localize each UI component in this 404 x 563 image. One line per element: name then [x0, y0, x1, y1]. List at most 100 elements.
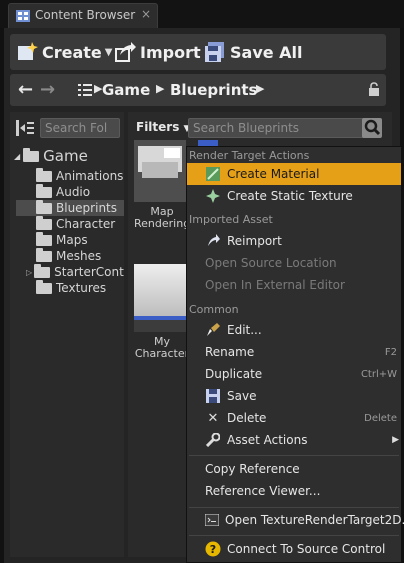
- menu-item-label: Copy Reference: [205, 462, 300, 476]
- menu-item-edit[interactable]: Edit...: [187, 319, 401, 341]
- search-icon: [364, 119, 381, 136]
- filters-button[interactable]: Filters ▼: [132, 116, 194, 138]
- folder-tree-panel: Search Fol ◢ Game Animations Audio Bluep…: [10, 112, 124, 557]
- menu-divider: [189, 507, 399, 508]
- menu-item-open-texture-header[interactable]: Open TextureRenderTarget2D.h: [187, 509, 404, 531]
- tree-item-maps[interactable]: Maps: [36, 231, 88, 248]
- menu-item-open-source-location: Open Source Location: [187, 252, 401, 274]
- collapsed-arrow-icon: ▷: [26, 267, 33, 277]
- filters-label: Filters: [136, 120, 180, 134]
- menu-item-reimport[interactable]: Reimport: [187, 230, 401, 252]
- shortcut-label: Ctrl+W: [360, 368, 397, 380]
- path-bar: ← → ▶ Game ▶ Blueprints ▶: [10, 74, 386, 106]
- menu-item-label: Connect To Source Control: [227, 542, 386, 556]
- tree-root-label: Game: [43, 147, 88, 165]
- tree-item-textures[interactable]: Textures: [36, 279, 107, 296]
- shortcut-label: F2: [384, 346, 397, 358]
- tab-bar: Content Browser ×: [0, 0, 404, 28]
- forward-arrow-icon[interactable]: →: [40, 79, 55, 100]
- search-button[interactable]: [362, 118, 382, 138]
- menu-item-connect-source-control[interactable]: ? Connect To Source Control: [187, 538, 401, 560]
- tree-item-character[interactable]: Character: [36, 215, 115, 232]
- save-all-icon: [205, 42, 224, 62]
- static-texture-icon: [205, 188, 221, 204]
- tree-item-startercontent[interactable]: ▷ StarterCont: [26, 263, 124, 280]
- tree-item-meshes[interactable]: Meshes: [36, 247, 101, 264]
- section-header: Render Target Actions: [189, 149, 310, 162]
- folder-icon: [36, 247, 52, 262]
- asset-search-input[interactable]: Search Blueprints: [188, 118, 368, 138]
- tree-root-game[interactable]: ◢ Game: [14, 146, 88, 166]
- import-icon: [115, 42, 136, 62]
- tree-item-label: Textures: [56, 281, 107, 295]
- toolbar: Create ▼ Import Save All: [10, 34, 386, 70]
- menu-item-copy-reference[interactable]: Copy Reference: [187, 458, 401, 480]
- breadcrumb-blueprints[interactable]: Blueprints: [170, 81, 257, 99]
- menu-item-label: Save: [227, 389, 257, 403]
- menu-item-save[interactable]: Save: [187, 385, 401, 407]
- asset-label: Map Rendering: [134, 205, 191, 230]
- folder-open-icon: [23, 147, 40, 162]
- menu-divider: [189, 535, 399, 536]
- wrench-icon: [205, 432, 221, 448]
- collapse-sources-icon[interactable]: [16, 120, 34, 136]
- folder-icon: [36, 183, 52, 198]
- tab-label: Content Browser: [35, 8, 136, 22]
- menu-item-label: Delete: [227, 411, 267, 425]
- import-button[interactable]: Import: [114, 38, 201, 66]
- menu-item-label: Open Source Location: [205, 256, 337, 270]
- menu-item-create-static-texture[interactable]: Create Static Texture: [187, 185, 401, 207]
- content-browser-icon: [16, 10, 30, 22]
- menu-item-label: Duplicate: [205, 367, 263, 381]
- list-icon[interactable]: [78, 84, 92, 96]
- tree-item-audio[interactable]: Audio: [36, 183, 91, 200]
- breadcrumb-game[interactable]: Game: [102, 81, 150, 99]
- edit-icon: [205, 322, 221, 338]
- menu-item-delete[interactable]: ✕ Delete Delete: [187, 407, 401, 429]
- delete-icon: ✕: [207, 410, 219, 426]
- tree-item-animations[interactable]: Animations: [36, 167, 124, 184]
- menu-item-label: Edit...: [227, 323, 262, 337]
- tab-content-browser[interactable]: Content Browser ×: [8, 3, 158, 28]
- folder-icon: [36, 231, 52, 246]
- context-menu: Render Target Actions Create Material Cr…: [186, 146, 404, 563]
- asset-tile-map-rendering[interactable]: Map Rendering: [134, 140, 190, 230]
- menu-item-label: Reference Viewer...: [205, 484, 321, 498]
- menu-item-duplicate[interactable]: Duplicate Ctrl+W: [187, 363, 401, 385]
- shortcut-label: Delete: [364, 412, 397, 424]
- section-header: Imported Asset: [189, 213, 273, 226]
- close-icon[interactable]: ×: [141, 7, 151, 21]
- menu-item-label: Asset Actions: [227, 433, 308, 447]
- menu-item-create-material[interactable]: Create Material: [187, 163, 401, 185]
- section-header: Common: [189, 303, 239, 316]
- menu-item-rename[interactable]: Rename F2: [187, 341, 401, 363]
- import-label: Import: [140, 42, 201, 62]
- menu-item-reference-viewer[interactable]: Reference Viewer...: [187, 480, 401, 502]
- asset-thumbnail: [134, 264, 186, 332]
- menu-item-label: Open TextureRenderTarget2D.h: [225, 513, 404, 527]
- asset-thumbnail: [134, 140, 186, 202]
- tree-item-label: Maps: [56, 233, 88, 247]
- asset-tile-my-character[interactable]: My Character: [134, 264, 190, 360]
- breadcrumb-separator-icon: ▶: [156, 82, 165, 95]
- save-all-button[interactable]: Save All: [204, 38, 303, 66]
- tree-item-label: Animations: [56, 169, 124, 183]
- folder-icon: [36, 279, 52, 294]
- tree-item-label: StarterCont: [54, 265, 124, 279]
- breadcrumb-separator-icon: ▶: [256, 82, 265, 95]
- menu-item-asset-actions[interactable]: Asset Actions ▶: [187, 429, 401, 451]
- lock-icon[interactable]: [368, 82, 380, 96]
- back-arrow-icon[interactable]: ←: [18, 79, 33, 100]
- folder-search-input[interactable]: Search Fol: [40, 118, 120, 138]
- submenu-arrow-icon: ▶: [392, 435, 399, 445]
- tree-item-label: Audio: [56, 185, 91, 199]
- chevron-down-icon: ▼: [104, 46, 113, 58]
- menu-item-label: Create Material: [227, 167, 320, 181]
- menu-item-open-external-editor: Open In External Editor: [187, 274, 401, 296]
- folder-icon: [36, 199, 52, 214]
- create-button[interactable]: Create ▼: [16, 38, 112, 66]
- code-file-icon: [205, 512, 219, 528]
- create-label: Create: [42, 42, 102, 62]
- create-icon: [18, 42, 38, 60]
- tree-item-blueprints[interactable]: Blueprints: [16, 199, 124, 216]
